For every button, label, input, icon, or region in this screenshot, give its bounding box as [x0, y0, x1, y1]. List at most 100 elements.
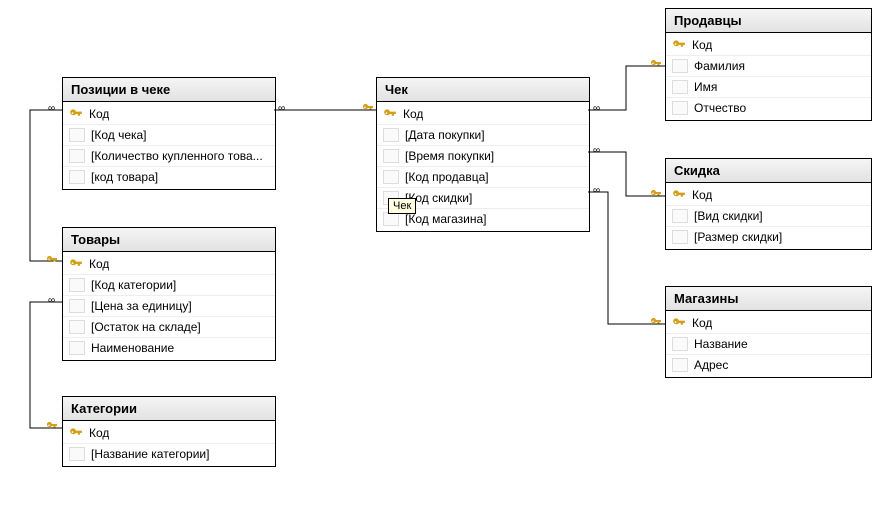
field-icon — [383, 212, 399, 226]
field-label: [Название категории] — [91, 447, 209, 461]
field-label: [Время покупки] — [405, 149, 494, 163]
primary-key-icon — [672, 188, 686, 202]
field-label: [Код магазина] — [405, 212, 487, 226]
field-label: Код — [89, 107, 109, 121]
table-row[interactable]: Код — [63, 254, 275, 274]
table-title[interactable]: Скидка — [666, 159, 871, 183]
table-sellers[interactable]: Продавцы Код Фамилия Имя Отчество — [665, 8, 872, 121]
field-icon — [69, 320, 85, 334]
field-icon — [672, 209, 688, 223]
table-body: Код [Код чека] [Количество купленного това… — [63, 102, 275, 189]
field-icon — [672, 59, 688, 73]
cardinality-infinity-icon: ∞ — [593, 104, 599, 114]
table-row[interactable]: Наименование — [63, 337, 275, 358]
table-title[interactable]: Товары — [63, 228, 275, 252]
field-label: [Количество купленного това... — [91, 149, 263, 163]
field-label: Код — [89, 426, 109, 440]
relation-positions-goods — [20, 108, 62, 263]
field-label: [Код продавца] — [405, 170, 489, 184]
field-icon — [69, 341, 85, 355]
relation-positions-receipt — [274, 106, 376, 114]
table-row[interactable]: Код — [63, 423, 275, 443]
endpoint-key-icon — [650, 316, 662, 331]
table-body: Код [Код категории] [Цена за единицу] [Оста… — [63, 252, 275, 360]
field-icon — [383, 170, 399, 184]
table-row[interactable]: [Дата покупки] — [377, 124, 589, 145]
table-row[interactable]: [Количество купленного това... — [63, 145, 275, 166]
table-discount[interactable]: Скидка Код [Вид скидки] [Размер скидки] — [665, 158, 872, 250]
primary-key-icon — [383, 107, 397, 121]
table-row[interactable]: Код — [377, 104, 589, 124]
field-icon — [672, 230, 688, 244]
field-label: [Размер скидки] — [694, 230, 782, 244]
table-row[interactable]: Название — [666, 333, 871, 354]
field-label: Код — [403, 107, 423, 121]
table-row[interactable]: Код — [666, 35, 871, 55]
table-row[interactable]: Отчество — [666, 97, 871, 118]
table-row[interactable]: Код — [666, 313, 871, 333]
table-row[interactable]: [Время покупки] — [377, 145, 589, 166]
field-label: Код — [692, 188, 712, 202]
field-icon — [672, 101, 688, 115]
field-icon — [69, 128, 85, 142]
primary-key-icon — [672, 316, 686, 330]
field-label: Фамилия — [694, 59, 745, 73]
table-title[interactable]: Продавцы — [666, 9, 871, 33]
table-row[interactable]: [Вид скидки] — [666, 205, 871, 226]
table-positions[interactable]: Позиции в чеке Код [Код чека] [Количество … — [62, 77, 276, 190]
table-row[interactable]: [Код чека] — [63, 124, 275, 145]
table-body: Код Название Адрес — [666, 311, 871, 377]
field-icon — [383, 149, 399, 163]
table-body: Код [Название категории] — [63, 421, 275, 466]
field-label: [Цена за единицу] — [91, 299, 192, 313]
relation-receipt-stores — [588, 190, 665, 326]
table-title[interactable]: Позиции в чеке — [63, 78, 275, 102]
primary-key-icon — [69, 426, 83, 440]
field-label: [Остаток на складе] — [91, 320, 201, 334]
table-row[interactable]: Имя — [666, 76, 871, 97]
field-label: Код — [89, 257, 109, 271]
endpoint-key-icon — [46, 254, 58, 269]
table-row[interactable]: Адрес — [666, 354, 871, 375]
table-row[interactable]: Код — [63, 104, 275, 124]
cardinality-infinity-icon: ∞ — [593, 186, 599, 196]
field-label: Имя — [694, 80, 717, 94]
field-label: [Код чека] — [91, 128, 147, 142]
table-title[interactable]: Чек — [377, 78, 589, 102]
table-row[interactable]: [Код продавца] — [377, 166, 589, 187]
table-stores[interactable]: Магазины Код Название Адрес — [665, 286, 872, 378]
field-icon — [69, 278, 85, 292]
field-icon — [672, 337, 688, 351]
endpoint-key-icon — [650, 58, 662, 73]
table-row[interactable]: Код — [666, 185, 871, 205]
relation-receipt-discount — [588, 150, 665, 198]
table-row[interactable]: [Название категории] — [63, 443, 275, 464]
table-row[interactable]: [Код категории] — [63, 274, 275, 295]
table-row[interactable]: [Остаток на складе] — [63, 316, 275, 337]
endpoint-key-icon — [46, 420, 58, 435]
field-label: [Дата покупки] — [405, 128, 485, 142]
field-label: Название — [694, 337, 748, 351]
primary-key-icon — [672, 38, 686, 52]
primary-key-icon — [69, 107, 83, 121]
table-row[interactable]: [Размер скидки] — [666, 226, 871, 247]
primary-key-icon — [69, 257, 83, 271]
table-row[interactable]: [Цена за единицу] — [63, 295, 275, 316]
table-categories[interactable]: Категории Код [Название категории] — [62, 396, 276, 467]
table-body: Код [Вид скидки] [Размер скидки] — [666, 183, 871, 249]
table-title[interactable]: Магазины — [666, 287, 871, 311]
endpoint-key-icon — [362, 102, 374, 117]
table-row[interactable]: Фамилия — [666, 55, 871, 76]
field-label: Наименование — [91, 341, 174, 355]
field-label: [Код категории] — [91, 278, 176, 292]
field-label: [код товара] — [91, 170, 158, 184]
field-icon — [69, 170, 85, 184]
table-body: Код Фамилия Имя Отчество — [666, 33, 871, 120]
relation-goods-categories — [20, 300, 62, 430]
table-title[interactable]: Категории — [63, 397, 275, 421]
diagram-canvas: Позиции в чеке Код [Код чека] [Количество … — [0, 0, 884, 509]
table-row[interactable]: [код товара] — [63, 166, 275, 187]
table-goods[interactable]: Товары Код [Код категории] [Цена за единиц… — [62, 227, 276, 361]
field-icon — [69, 447, 85, 461]
field-icon — [383, 128, 399, 142]
